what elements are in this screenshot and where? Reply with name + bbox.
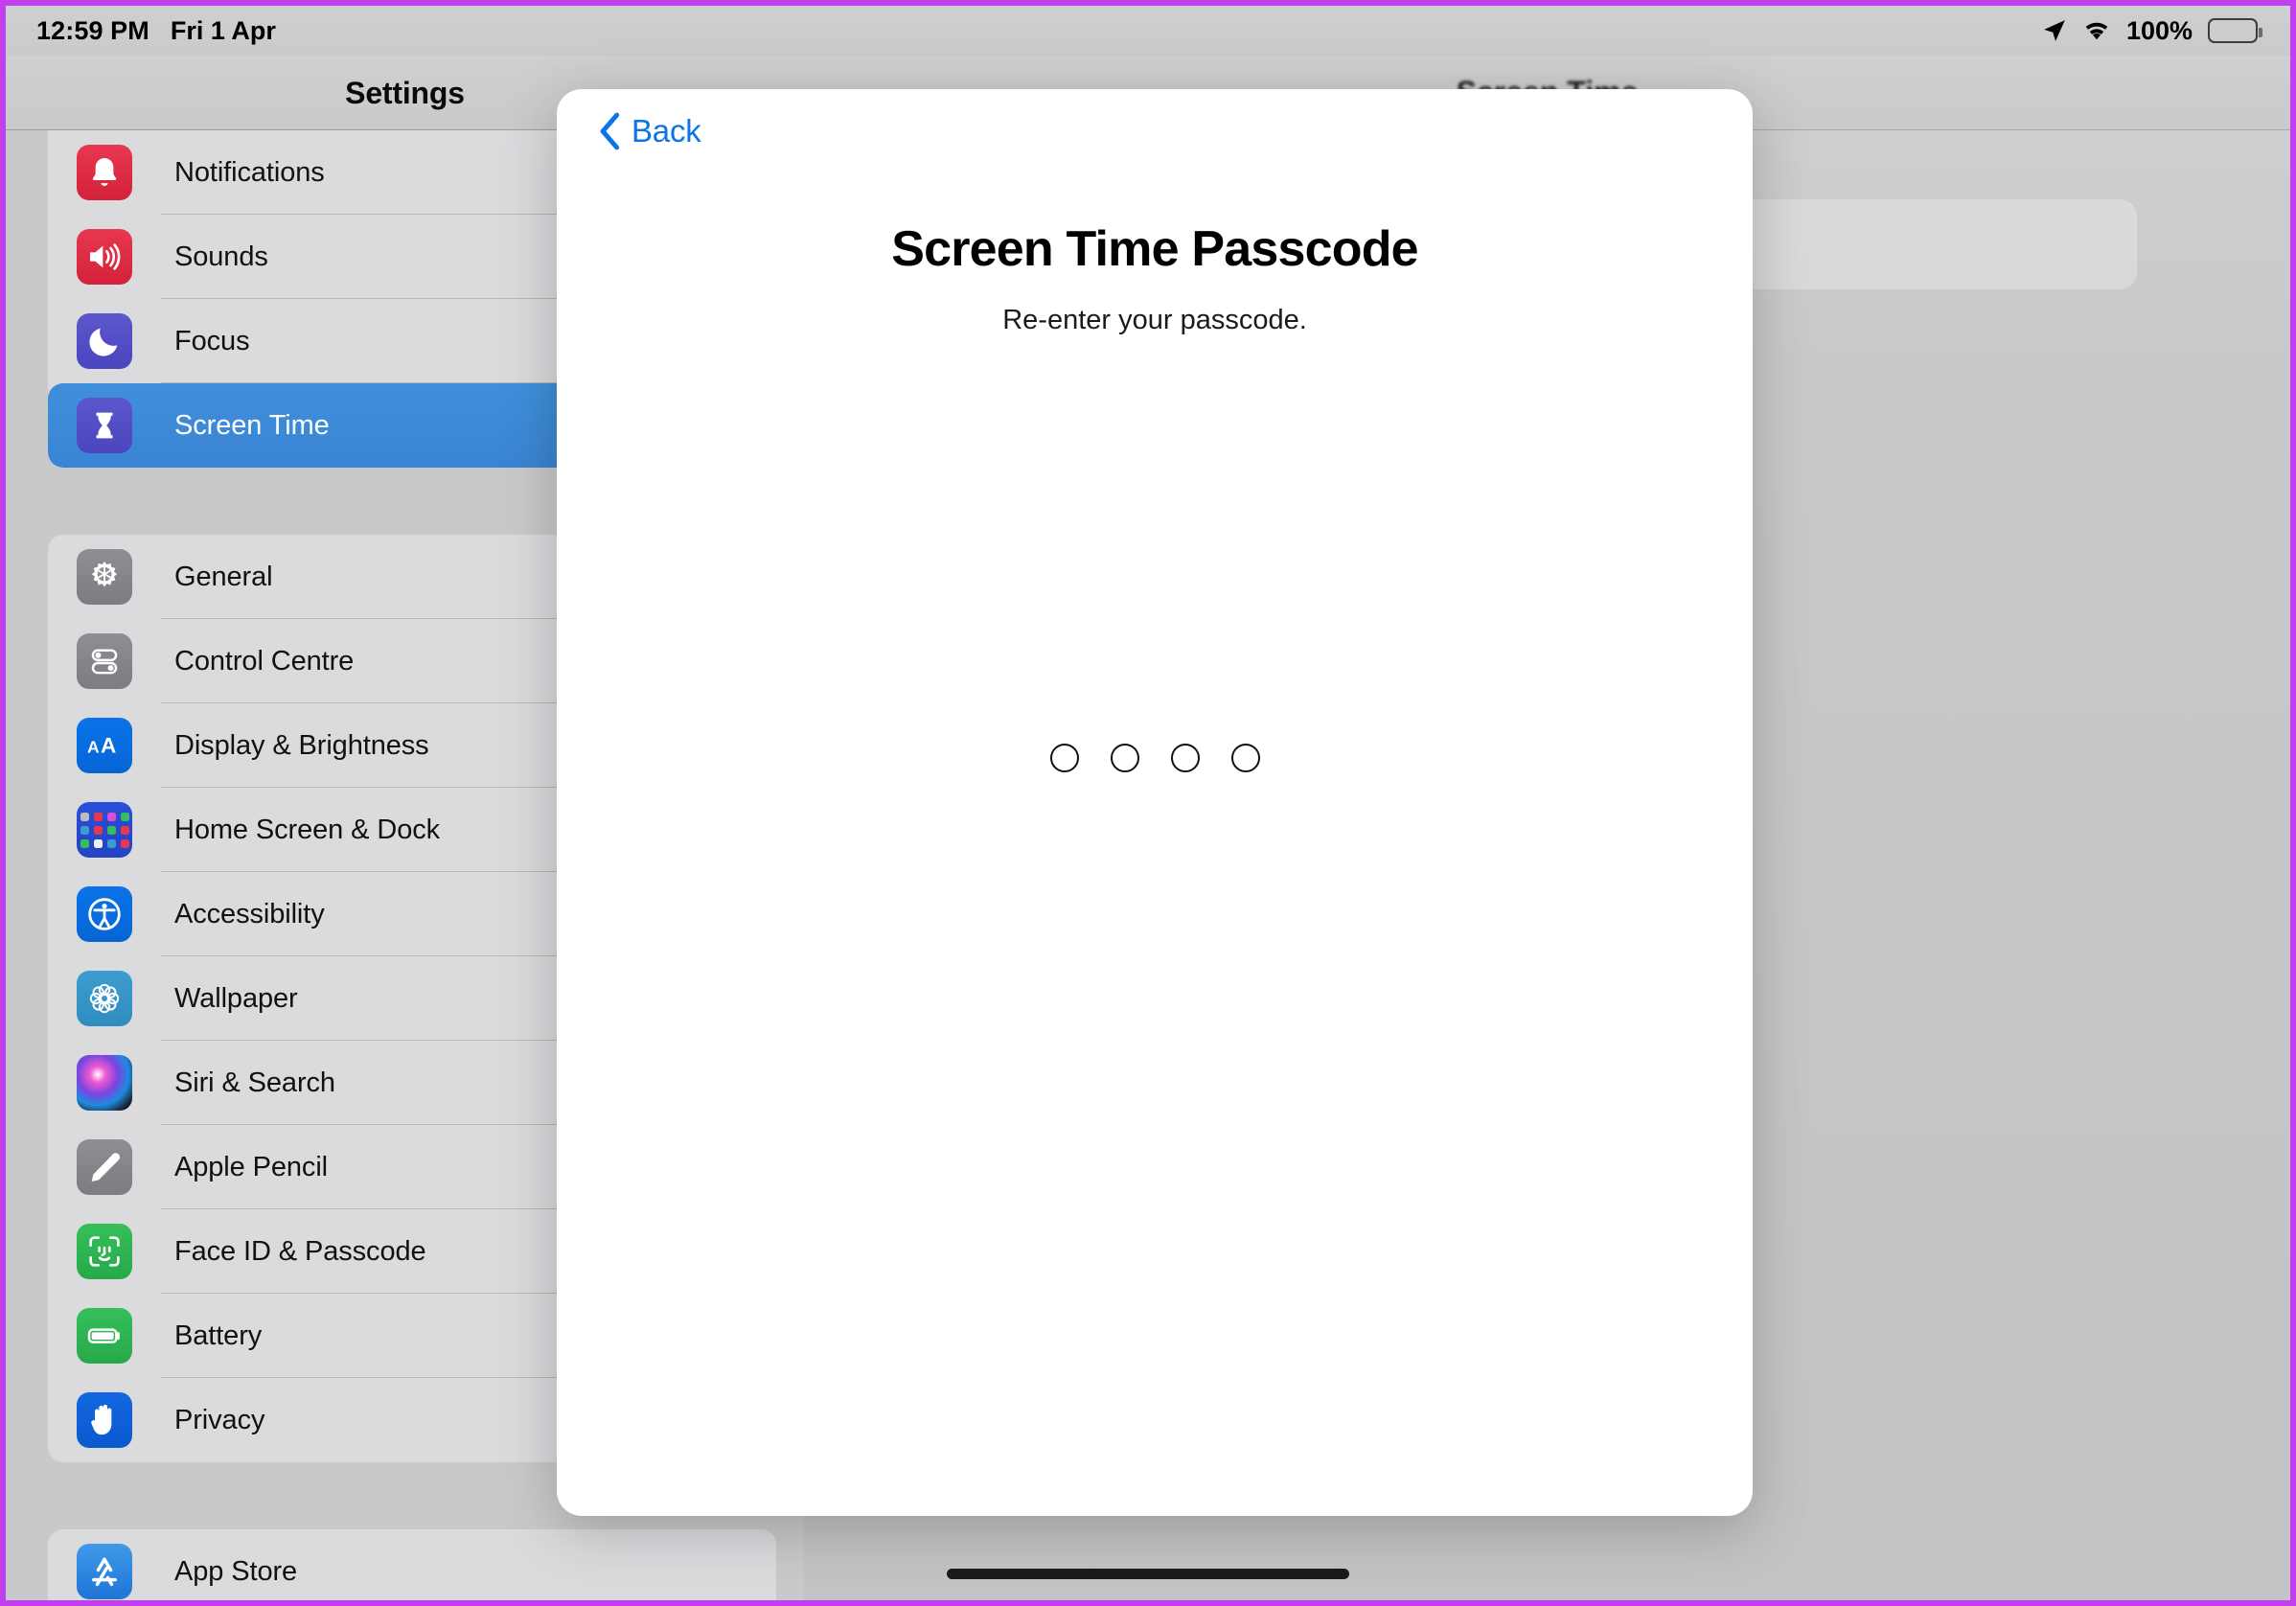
accessibility-person-icon <box>77 886 132 942</box>
flower-icon <box>77 971 132 1026</box>
back-button[interactable]: Back <box>599 112 701 150</box>
hourglass-icon <box>77 398 132 453</box>
sidebar-item-label: Focus <box>174 325 250 356</box>
face-id-icon <box>77 1224 132 1279</box>
sidebar-item-label: Home Screen & Dock <box>174 814 441 845</box>
passcode-dots[interactable] <box>557 744 1753 772</box>
sidebar-item-label: Control Centre <box>174 645 355 677</box>
app-grid-icon <box>77 802 132 858</box>
bell-icon <box>77 145 132 200</box>
sidebar-item-app-store[interactable]: App Store <box>48 1529 776 1600</box>
home-indicator-bar[interactable] <box>947 1569 1349 1579</box>
speaker-waves-icon <box>77 229 132 285</box>
sidebar-group-3: App Store <box>48 1529 776 1600</box>
passcode-dot <box>1230 744 1260 772</box>
sidebar-item-label: App Store <box>174 1555 298 1587</box>
sidebar-item-label: Accessibility <box>174 898 325 929</box>
status-bar-left: 12:59 PM Fri 1 Apr <box>36 16 276 46</box>
modal-subtitle: Re-enter your passcode. <box>1002 305 1307 335</box>
status-date: Fri 1 Apr <box>170 15 276 45</box>
sidebar-item-label: Battery <box>174 1319 263 1351</box>
battery-full-icon <box>2208 18 2262 43</box>
gear-icon <box>77 549 132 605</box>
location-arrow-icon <box>2042 18 2067 43</box>
page-title: Settings <box>345 75 465 110</box>
app-store-icon <box>77 1544 132 1599</box>
screen-time-passcode-modal: Back Screen Time Passcode Re-enter your … <box>557 89 1753 1516</box>
sidebar-item-label: Wallpaper <box>174 982 298 1014</box>
toggles-icon <box>77 633 132 689</box>
chevron-left-icon <box>599 112 620 150</box>
siri-orb-icon <box>77 1055 132 1111</box>
moon-icon <box>77 313 132 369</box>
aa-text-icon: A A <box>77 718 132 773</box>
passcode-dot <box>1049 744 1079 772</box>
passcode-dot <box>1170 744 1200 772</box>
hand-icon <box>77 1392 132 1448</box>
wifi-icon <box>2082 18 2111 43</box>
pencil-icon <box>77 1139 132 1195</box>
sidebar-item-label: Privacy <box>174 1404 265 1435</box>
svg-text:A: A <box>87 737 100 756</box>
battery-icon <box>77 1308 132 1364</box>
sidebar-item-label: Sounds <box>174 241 268 272</box>
sidebar-item-label: Face ID & Passcode <box>174 1235 426 1267</box>
modal-title: Screen Time Passcode <box>891 221 1418 277</box>
status-bar-right: 100% <box>2042 15 2262 46</box>
sidebar-item-label: General <box>174 561 273 592</box>
sidebar-item-label: Notifications <box>174 156 325 188</box>
sidebar-item-label: Display & Brightness <box>174 729 429 761</box>
ipad-screen: 12:59 PM Fri 1 Apr 100% Settings Notific… <box>0 0 2296 1606</box>
status-time: 12:59 PM <box>36 15 149 45</box>
sidebar-item-label: Screen Time <box>174 409 330 441</box>
sidebar-item-label: Siri & Search <box>174 1067 335 1098</box>
sidebar-item-label: Apple Pencil <box>174 1151 329 1182</box>
battery-percent-label: 100% <box>2125 15 2193 45</box>
back-button-label: Back <box>631 113 701 149</box>
passcode-dot <box>1110 744 1139 772</box>
status-bar: 12:59 PM Fri 1 Apr 100% <box>6 6 2290 56</box>
svg-text:A: A <box>101 734 116 758</box>
